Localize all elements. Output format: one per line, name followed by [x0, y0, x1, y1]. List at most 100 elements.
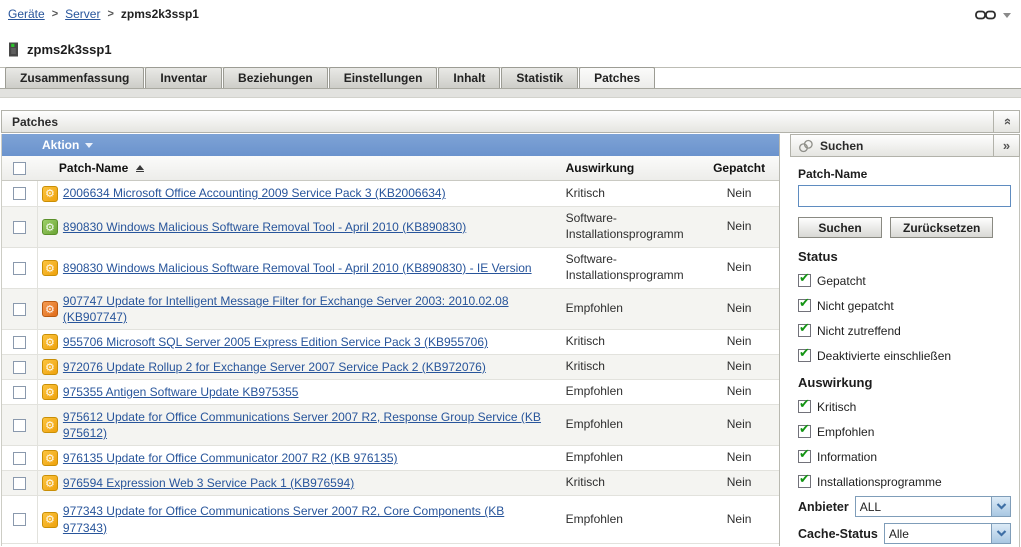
reset-button[interactable]: Zurücksetzen — [890, 217, 994, 238]
tab-inventar[interactable]: Inventar — [145, 67, 223, 88]
patch-link[interactable]: 955706 Microsoft SQL Server 2005 Express… — [63, 334, 488, 350]
option-label: Information — [817, 449, 878, 464]
patch-name-cell: ⚙ 972076 Update Rollup 2 for Exchange Se… — [38, 359, 550, 375]
status-nicht-zutreffend-checkbox[interactable]: ✔ — [798, 321, 811, 337]
impact-cell: Software-Installationsprogramm — [565, 211, 684, 241]
tab-zusammenfassung[interactable]: Zusammenfassung — [5, 67, 145, 88]
table-row: ⚙ 975612 Update for Office Communication… — [2, 405, 779, 446]
device-header: zpms2k3ssp1 — [8, 42, 112, 57]
cache-status-select[interactable]: Alle — [883, 523, 1011, 544]
patched-cell: Nein — [726, 301, 752, 316]
breadcrumb-current: zpms2k3ssp1 — [120, 7, 199, 21]
patch-icon: ⚙ — [41, 359, 58, 375]
patch-link[interactable]: 890830 Windows Malicious Software Remova… — [63, 219, 466, 235]
impact-cell: Empfohlen — [565, 511, 623, 526]
patched-cell: Nein — [726, 334, 752, 349]
row-checkbox[interactable] — [12, 476, 26, 490]
status-nicht-gepatcht-checkbox[interactable]: ✔ — [798, 296, 811, 312]
collapse-panel-button[interactable]: » — [993, 111, 1019, 132]
breadcrumb-separator: > — [51, 8, 59, 20]
vendor-label: Anbieter — [798, 499, 849, 514]
row-checkbox[interactable] — [12, 360, 26, 374]
patched-cell: Nein — [726, 417, 752, 432]
impact-information-checkbox[interactable]: ✔ — [798, 447, 811, 463]
tab-inhalt[interactable]: Inhalt — [438, 67, 501, 88]
action-menu[interactable]: Aktion — [2, 134, 779, 156]
row-checkbox-cell — [2, 405, 38, 445]
patch-link[interactable]: 907747 Update for Intelligent Message Fi… — [63, 293, 550, 325]
row-checkbox[interactable] — [12, 418, 26, 432]
patch-name-filter-label: Patch-Name — [798, 167, 868, 181]
sort-ascending-icon[interactable] — [136, 164, 145, 172]
patch-icon: ⚙ — [41, 511, 58, 528]
patch-link[interactable]: 977343 Update for Office Communications … — [63, 503, 550, 535]
patch-link[interactable]: 976594 Expression Web 3 Service Pack 1 (… — [63, 475, 354, 491]
link-chain-icon[interactable] — [975, 10, 996, 20]
patch-link[interactable]: 890830 Windows Malicious Software Remova… — [63, 260, 532, 276]
filter-option: ✔ Information — [798, 447, 1011, 465]
option-label: Installationsprogramme — [817, 474, 942, 489]
vendor-selected-value: ALL — [859, 499, 882, 514]
table-row: ⚙ 976135 Update for Office Communicator … — [2, 446, 779, 471]
patch-link[interactable]: 975355 Antigen Software Update KB975355 — [63, 384, 299, 400]
status-deaktivierte-checkbox[interactable]: ✔ — [798, 346, 811, 362]
search-panel: Suchen » Patch-Name Suchen Zurücksetzen … — [790, 134, 1020, 547]
expand-search-button[interactable]: » — [993, 135, 1019, 156]
impact-cell: Kritisch — [565, 359, 605, 374]
patch-link[interactable]: 976135 Update for Office Communicator 20… — [63, 450, 398, 466]
patch-link[interactable]: 2006634 Microsoft Office Accounting 2009… — [63, 185, 446, 201]
patch-name-header[interactable]: Patch-Name — [38, 161, 550, 175]
status-gepatcht-checkbox[interactable]: ✔ — [798, 271, 811, 287]
action-menu-label: Aktion — [42, 138, 80, 152]
double-chevron-up-icon: » — [998, 117, 1014, 126]
patched-header: Gepatcht — [713, 161, 766, 175]
filter-option: ✔ Kritisch — [798, 397, 1011, 415]
checkmark-icon: ✔ — [799, 271, 810, 286]
patch-icon: ⚙ — [41, 219, 58, 235]
option-label: Nicht zutreffend — [817, 323, 901, 338]
table-row: ⚙ 907747 Update for Intelligent Message … — [2, 289, 779, 330]
row-checkbox-cell — [2, 289, 38, 329]
select-all-checkbox[interactable] — [13, 161, 27, 175]
tab-patches[interactable]: Patches — [579, 67, 656, 88]
patch-icon: ⚙ — [41, 260, 58, 276]
row-checkbox[interactable] — [12, 261, 26, 275]
select-dropdown-arrow-icon — [991, 524, 1010, 543]
patch-link[interactable]: 975612 Update for Office Communications … — [63, 409, 550, 441]
impact-cell: Kritisch — [565, 185, 605, 200]
vendor-select[interactable]: ALL — [854, 496, 1011, 517]
row-checkbox-cell — [2, 181, 38, 206]
table-row: ⚙ 972076 Update Rollup 2 for Exchange Se… — [2, 355, 779, 380]
row-checkbox[interactable] — [12, 385, 26, 399]
patch-icon: ⚙ — [41, 334, 58, 350]
row-checkbox[interactable] — [12, 302, 26, 316]
tab-beziehungen[interactable]: Beziehungen — [223, 67, 328, 88]
option-label: Gepatcht — [817, 273, 866, 288]
patch-name-filter-input[interactable] — [798, 185, 1011, 207]
row-checkbox[interactable] — [12, 220, 26, 234]
patch-link[interactable]: 972076 Update Rollup 2 for Exchange Serv… — [63, 359, 486, 375]
patch-name-cell: ⚙ 955706 Microsoft SQL Server 2005 Expre… — [38, 334, 550, 350]
patch-name-cell: ⚙ 890830 Windows Malicious Software Remo… — [38, 219, 550, 235]
cache-status-selected-value: Alle — [888, 526, 909, 541]
row-checkbox[interactable] — [12, 451, 26, 465]
filter-option: ✔ Gepatcht — [798, 271, 1011, 289]
row-checkbox[interactable] — [12, 335, 26, 349]
impact-installationsprogramme-checkbox[interactable]: ✔ — [798, 472, 811, 488]
checkmark-icon: ✔ — [799, 321, 810, 336]
row-checkbox[interactable] — [12, 187, 26, 200]
patched-cell: Nein — [726, 475, 752, 490]
impact-kritisch-checkbox[interactable]: ✔ — [798, 397, 811, 413]
patch-name-cell: ⚙ 975612 Update for Office Communication… — [38, 409, 550, 441]
tab-statistik[interactable]: Statistik — [501, 67, 579, 88]
breadcrumb-link-geraete[interactable]: Geräte — [8, 7, 45, 21]
chevron-down-icon[interactable] — [1003, 12, 1011, 18]
tab-einstellungen[interactable]: Einstellungen — [328, 67, 438, 88]
breadcrumb-link-server[interactable]: Server — [65, 7, 100, 21]
impact-empfohlen-checkbox[interactable]: ✔ — [798, 422, 811, 438]
impact-cell: Kritisch — [565, 334, 605, 349]
row-checkbox[interactable] — [12, 513, 26, 526]
search-button[interactable]: Suchen — [798, 217, 882, 238]
option-label: Kritisch — [817, 399, 857, 414]
table-header-row: Patch-Name Auswirkung Gepatcht — [2, 156, 779, 181]
